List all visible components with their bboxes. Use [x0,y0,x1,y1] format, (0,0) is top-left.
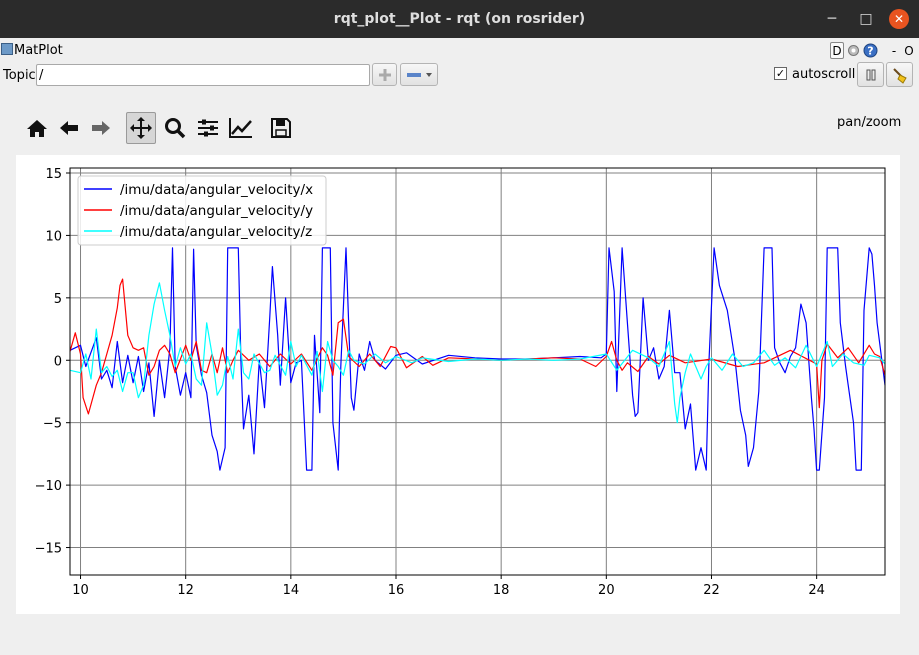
y-tick-label: 5 [54,292,62,307]
x-tick-label: 14 [283,583,300,598]
y-tick-label: 0 [54,354,62,369]
close-button[interactable]: ✕ [889,9,909,29]
subplots-icon[interactable] [193,112,223,144]
y-tick-label: −15 [35,542,62,557]
matplot-icon [1,43,13,55]
topic-label: Topic [3,68,36,83]
remove-topic-button[interactable] [400,63,438,86]
x-tick-label: 16 [388,583,405,598]
maximize-button[interactable]: □ [856,9,876,29]
legend-label-3: /imu/data/angular_velocity/z [120,224,312,240]
forward-arrow-icon[interactable] [86,112,116,144]
help-icon[interactable]: ? [862,42,878,59]
plot-figure[interactable]: 10 12 14 16 18 20 22 24 −15 −10 −5 0 5 10 15/imu/data/… [16,155,900,614]
back-arrow-icon[interactable] [54,112,84,144]
pause-icon [866,69,875,80]
line-edit-icon[interactable] [226,112,256,144]
topic-input[interactable] [36,64,370,86]
dock-close-button[interactable]: O [904,42,914,59]
gear-icon[interactable] [846,42,860,59]
add-topic-button[interactable] [372,63,397,86]
y-tick-label: −5 [43,417,62,432]
plot-svg[interactable]: 10 12 14 16 18 20 22 24 −15 −10 −5 0 5 10 15/imu/data/… [16,155,900,614]
x-tick-label: 12 [177,583,194,598]
pause-button[interactable] [857,62,884,87]
minus-dropdown-icon [407,72,432,77]
minimize-button[interactable]: ─ [822,9,842,29]
home-icon[interactable] [22,112,52,144]
legend-label-2: /imu/data/angular_velocity/y [120,203,313,219]
mode-label: pan/zoom [837,115,902,130]
clear-button[interactable] [886,62,913,87]
window-title: rqt_plot__Plot - rqt (on rosrider) [333,11,586,27]
broom-icon [892,67,907,84]
plus-icon [378,68,391,81]
x-tick-label: 18 [493,583,510,598]
y-tick-label: −10 [35,479,62,494]
autoscroll-label: autoscroll [792,67,856,82]
x-tick-label: 20 [598,583,615,598]
dock-header: MatPlot D ? - O [0,41,919,61]
dock-minimize-button[interactable]: - [889,42,899,59]
x-tick-label: 24 [808,583,825,598]
legend-label-1: /imu/data/angular_velocity/x [120,182,313,198]
save-icon[interactable] [266,112,296,144]
pan-icon[interactable] [126,112,156,144]
y-tick-label: 10 [45,229,62,244]
dock-title: MatPlot [14,43,63,58]
y-tick-label: 15 [45,167,62,182]
x-tick-label: 10 [72,583,89,598]
dock-d-button[interactable]: D [830,42,844,59]
window-titlebar: rqt_plot__Plot - rqt (on rosrider) ─ □ ✕ [0,0,919,38]
autoscroll-checkbox[interactable]: ✓ [774,67,787,80]
svg-text:?: ? [867,45,873,58]
x-tick-label: 22 [703,583,720,598]
zoom-icon[interactable] [160,112,190,144]
